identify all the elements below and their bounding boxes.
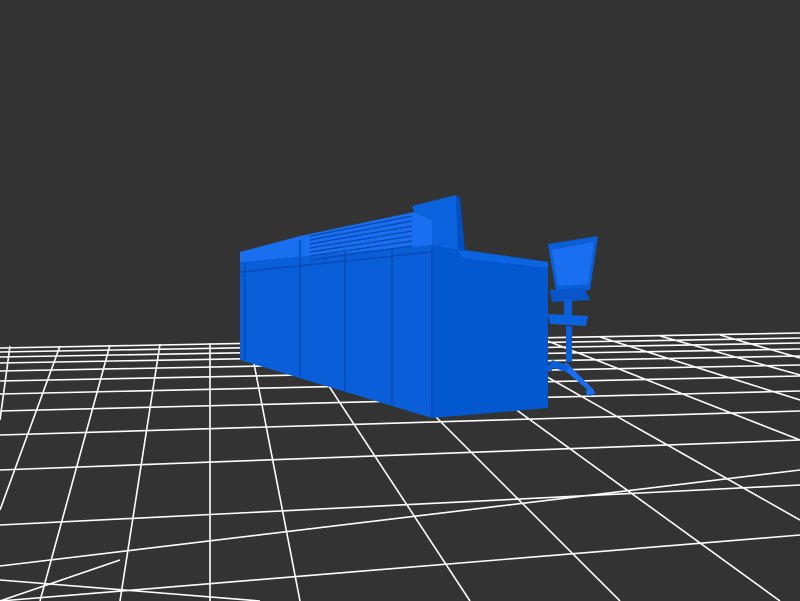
office-chair[interactable] [547, 236, 598, 396]
scene-canvas[interactable] [0, 0, 800, 601]
3d-viewport[interactable] [0, 0, 800, 601]
reception-desk[interactable] [239, 195, 548, 418]
